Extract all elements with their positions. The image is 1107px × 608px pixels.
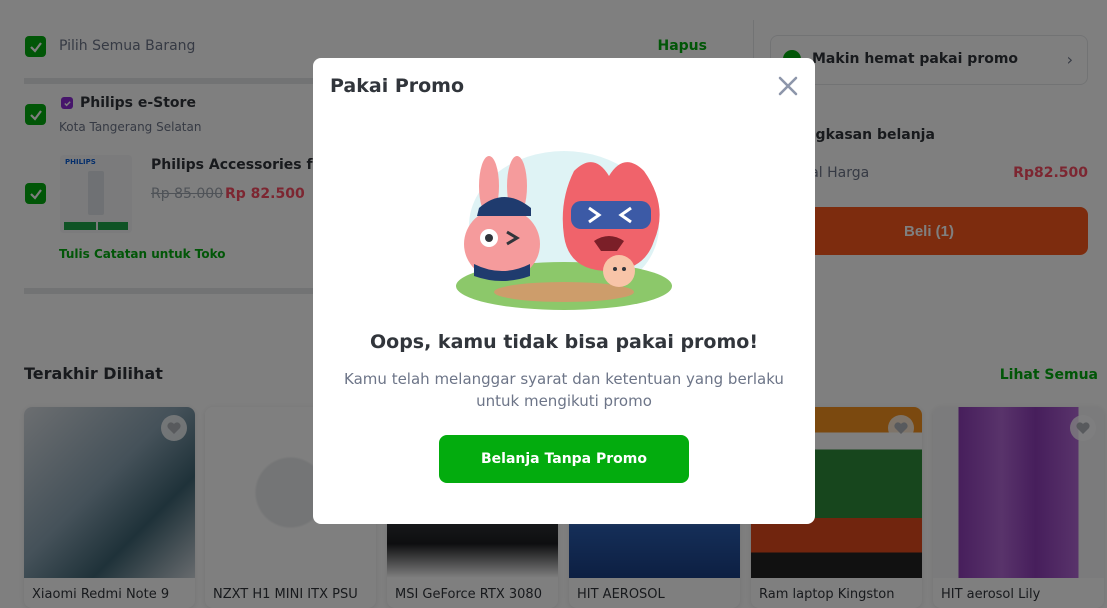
close-icon — [778, 76, 798, 96]
error-illustration — [456, 151, 672, 310]
modal-title: Pakai Promo — [330, 75, 465, 97]
cart-page: Pilih Semua Barang Hapus Philips e-Store… — [0, 0, 1107, 608]
modal-heading: Oops, kamu tidak bisa pakai promo! — [369, 331, 758, 353]
close-button[interactable] — [775, 73, 801, 99]
shop-without-promo-button[interactable]: Belanja Tanpa Promo — [439, 435, 689, 483]
promo-modal: Pakai Promo Oops, kamu tidak bisa pakai … — [313, 58, 815, 524]
modal-description: Kamu telah melanggar syarat dan ketentua… — [344, 370, 784, 410]
